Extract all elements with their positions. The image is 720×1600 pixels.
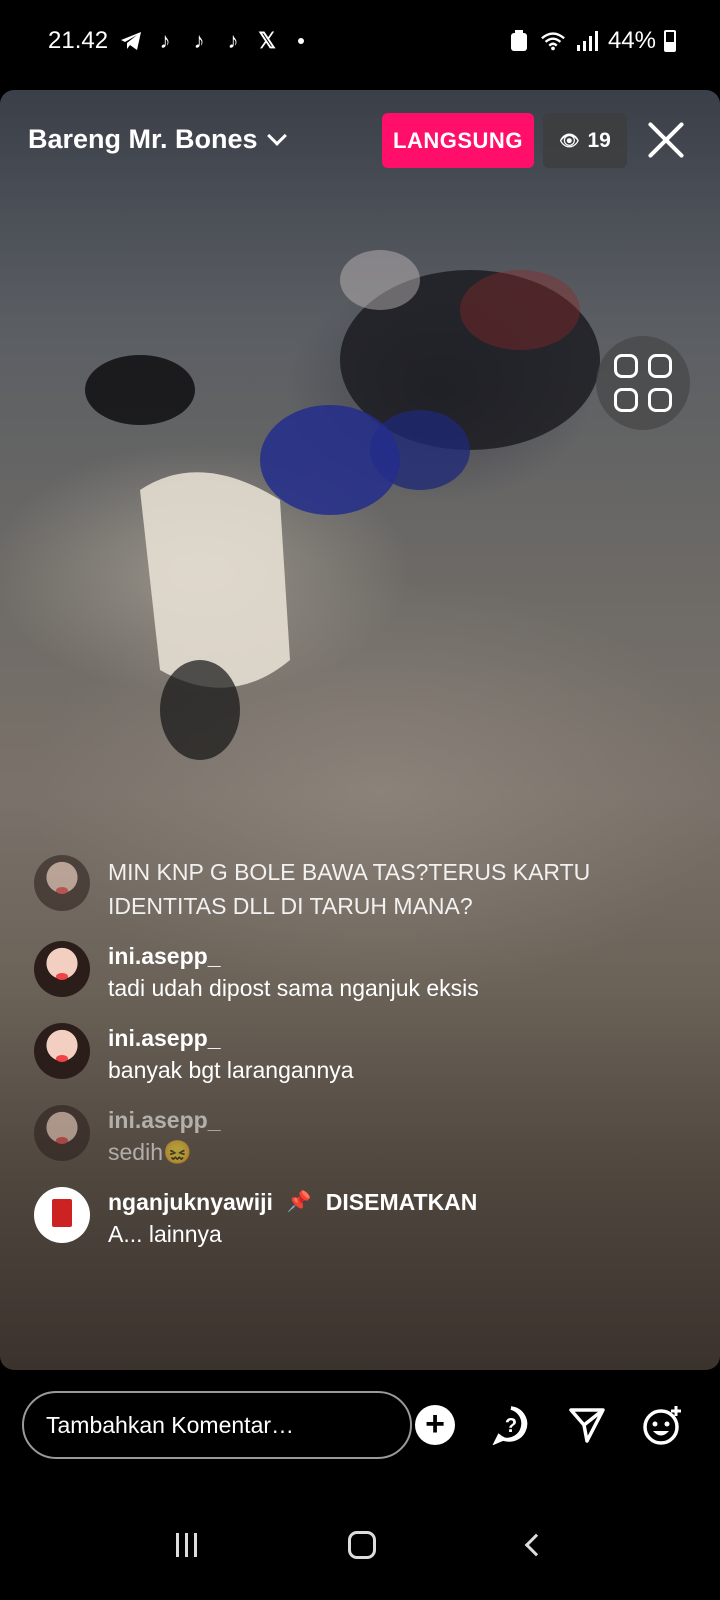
recent-apps-icon[interactable] [175, 1533, 197, 1557]
video-motorcycle-foreground [85, 355, 400, 760]
grid-cell [614, 354, 638, 378]
data-saver-icon [506, 28, 532, 54]
more-notifications-dot [298, 38, 305, 44]
viewer-count-badge[interactable]: 👁 19 [543, 113, 627, 168]
comment-text: banyak bgt larangannya [108, 1057, 354, 1083]
comment-text: MIN KNP G BOLE BAWA TAS?TERUS KARTU IDEN… [108, 859, 591, 919]
pinned-comment[interactable]: nganjuknyawiji 📌 DISEMATKAN A... lainnya [34, 1187, 654, 1251]
avatar[interactable] [34, 941, 90, 997]
back-icon[interactable] [524, 1533, 548, 1557]
home-icon[interactable] [348, 1531, 377, 1559]
comment-item: ini.asepp_ banyak bgt larangannya [34, 1023, 654, 1087]
live-title-dropdown[interactable]: Bareng Mr. Bones [28, 124, 287, 155]
question-button[interactable]: ? [490, 1404, 532, 1446]
status-bar: 21.42 ♪ ♪ ♪ 𝕏 44% [0, 0, 720, 82]
comment-item: ini.asepp_ sedih😖 [34, 1105, 654, 1169]
x-icon: 𝕏 [258, 28, 276, 53]
comment-item: MIN KNP G BOLE BAWA TAS?TERUS KARTU IDEN… [34, 855, 654, 923]
grid-cell [648, 388, 672, 412]
avatar[interactable] [34, 1023, 90, 1079]
grid-cell [614, 388, 638, 412]
emoji-add-icon [643, 1406, 681, 1445]
pin-icon: 📌 [286, 1191, 312, 1213]
avatar[interactable] [34, 855, 90, 911]
comment-item: ini.asepp_ tadi udah dipost sama nganjuk… [34, 941, 654, 1005]
comment-username[interactable]: nganjuknyawiji [108, 1187, 273, 1217]
comment-input[interactable]: Tambahkan Komentar… [22, 1391, 412, 1459]
comment-username[interactable]: ini.asepp_ [108, 1023, 654, 1053]
avatar[interactable] [34, 1187, 90, 1243]
eye-icon: 👁 [559, 132, 580, 150]
wifi-icon [540, 28, 566, 54]
live-badge: LANGSUNG [382, 113, 534, 168]
plus-icon: + [415, 1405, 455, 1445]
pinned-label: DISEMATKAN [325, 1189, 478, 1215]
layout-grid-button[interactable] [596, 336, 690, 430]
comment-list[interactable]: MIN KNP G BOLE BAWA TAS?TERUS KARTU IDEN… [34, 855, 654, 1269]
live-title: Bareng Mr. Bones [28, 124, 258, 154]
battery-icon [664, 30, 676, 52]
share-button[interactable] [566, 1404, 608, 1446]
send-icon [569, 1408, 605, 1443]
tiktok-icon: ♪ [159, 28, 171, 53]
add-button[interactable]: + [414, 1404, 456, 1446]
comment-username[interactable]: ini.asepp_ [108, 941, 654, 971]
grid-cell [648, 354, 672, 378]
reaction-button[interactable] [642, 1404, 684, 1446]
viewer-count: 19 [587, 128, 611, 152]
system-nav-bar [0, 1490, 720, 1600]
comment-text: tadi udah dipost sama nganjuk eksis [108, 975, 479, 1001]
close-icon[interactable] [644, 118, 688, 162]
comment-text: sedih😖 [108, 1139, 192, 1165]
tiktok-icon: ♪ [193, 28, 205, 53]
notification-icons: ♪ ♪ ♪ 𝕏 [118, 28, 305, 54]
question-icon: ? [492, 1406, 528, 1445]
composer-bar: Tambahkan Komentar… + ? [0, 1370, 720, 1480]
chevron-down-icon [266, 125, 287, 146]
signal-icon [574, 28, 600, 54]
comment-text[interactable]: A... lainnya [108, 1217, 654, 1251]
telegram-icon [118, 28, 144, 54]
battery-percent: 44% [607, 27, 656, 54]
comment-username[interactable]: ini.asepp_ [108, 1105, 654, 1135]
avatar[interactable] [34, 1105, 90, 1161]
tiktok-icon: ♪ [227, 28, 239, 53]
status-time: 21.42 [48, 27, 109, 54]
svg-text:?: ? [505, 1415, 517, 1437]
